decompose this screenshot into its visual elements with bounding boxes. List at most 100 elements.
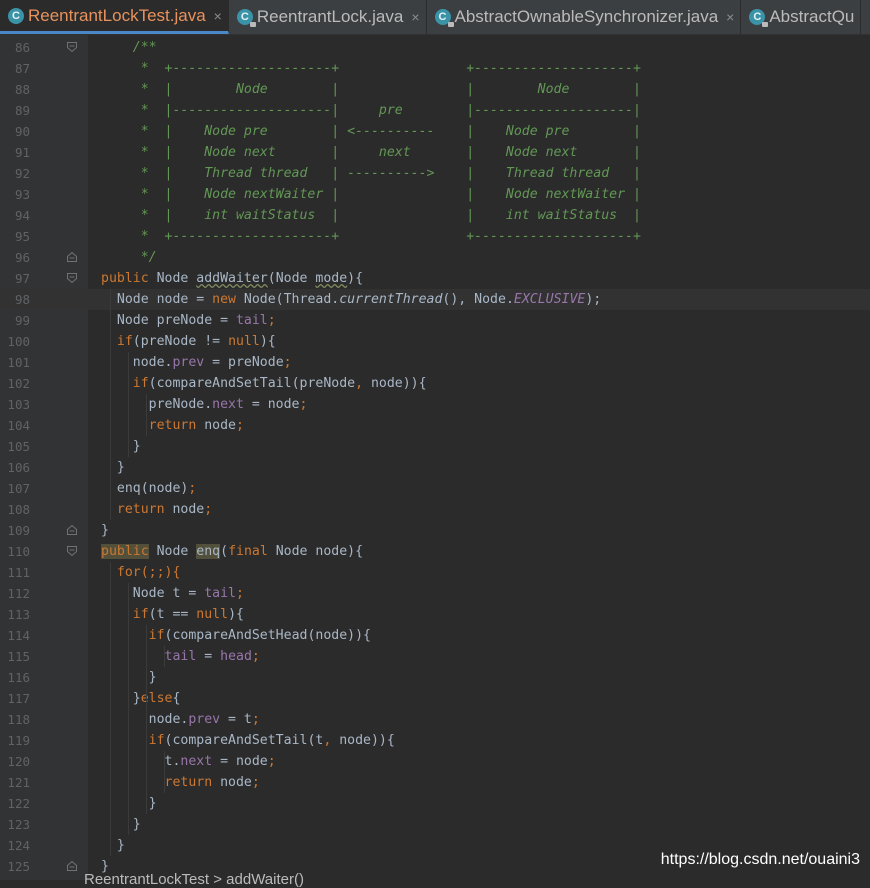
close-tab-icon[interactable]: ×	[214, 8, 222, 24]
line-number: 124	[7, 838, 30, 853]
code-token: Node t =	[101, 586, 205, 601]
line-number: 92	[14, 166, 30, 181]
code-line[interactable]: 95 * +--------------------+ +-----------…	[0, 226, 870, 247]
code-token: =	[196, 649, 221, 664]
code-line[interactable]: 117 }else{	[0, 688, 870, 709]
code-line[interactable]: 115 tail = head;	[0, 646, 870, 667]
tab-abstractqu[interactable]: C AbstractQu	[741, 0, 862, 34]
code-line[interactable]: 122 }	[0, 793, 870, 814]
tab-abstractownablesynchronizer-java[interactable]: C AbstractOwnableSynchronizer.java ×	[427, 0, 742, 34]
close-tab-icon[interactable]: ×	[726, 9, 734, 25]
code-token: tail	[235, 313, 268, 328]
code-text: preNode.next = node;	[101, 394, 308, 415]
code-text: if(t == null){	[101, 604, 244, 625]
code-token: * | Node next | next | Node next |	[101, 145, 641, 160]
code-line[interactable]: 120 t.next = node;	[0, 751, 870, 772]
code-token: tail	[164, 649, 197, 664]
fold-end-icon[interactable]	[67, 252, 77, 262]
code-line[interactable]: 111 for(;;){	[0, 562, 870, 583]
code-line[interactable]: 108 return node;	[0, 499, 870, 520]
code-text: * | Thread thread | ----------> | Thread…	[101, 163, 641, 184]
code-line[interactable]: 94 * | int waitStatus | | int waitStatus…	[0, 205, 870, 226]
code-line[interactable]: 88 * | Node | | Node |	[0, 79, 870, 100]
code-token: Node node){	[267, 544, 364, 559]
code-token: new	[212, 292, 236, 307]
code-line[interactable]: 101 node.prev = preNode;	[0, 352, 870, 373]
line-number: 98	[14, 292, 30, 307]
code-token: node.	[101, 355, 173, 370]
code-line[interactable]: 105 }	[0, 436, 870, 457]
code-line[interactable]: 96 */	[0, 247, 870, 268]
line-number: 100	[7, 334, 30, 349]
line-number: 121	[7, 775, 30, 790]
code-line[interactable]: 116 }	[0, 667, 870, 688]
code-text: }	[101, 520, 109, 541]
indent-guide	[164, 751, 165, 793]
tab-reentrantlocktest-java[interactable]: C ReentrantLockTest.java ×	[0, 0, 229, 34]
code-token: enq(node)	[101, 481, 189, 496]
code-token: ;	[188, 481, 197, 496]
code-line[interactable]: 99 Node preNode = tail;	[0, 310, 870, 331]
fold-end-icon[interactable]	[67, 525, 77, 535]
code-line[interactable]: 106 }	[0, 457, 870, 478]
code-line[interactable]: 107 enq(node);	[0, 478, 870, 499]
code-line[interactable]: 93 * | Node nextWaiter | | Node nextWait…	[0, 184, 870, 205]
code-line[interactable]: 119 if(compareAndSetTail(t, node)){	[0, 730, 870, 751]
code-token: );	[585, 292, 602, 307]
editor-tab-bar: C ReentrantLockTest.java × C ReentrantLock.j…	[0, 0, 870, 35]
code-line[interactable]: 112 Node t = tail;	[0, 583, 870, 604]
code-line[interactable]: 110 public Node enq(final Node node){	[0, 541, 870, 562]
code-text: * +--------------------+ +--------------…	[101, 58, 641, 79]
line-number: 119	[7, 733, 30, 748]
code-line[interactable]: 100 if(preNode != null){	[0, 331, 870, 352]
code-line[interactable]: 102 if(compareAndSetTail(preNode, node))…	[0, 373, 870, 394]
code-token: ;	[283, 355, 292, 370]
code-line[interactable]: 123 }	[0, 814, 870, 835]
code-editor[interactable]: 86 /** 87 * +--------------------+ +-----…	[0, 37, 870, 877]
close-tab-icon[interactable]: ×	[411, 9, 419, 25]
line-number: 86	[14, 40, 30, 55]
code-token: public	[101, 544, 149, 559]
code-line[interactable]: 114 if(compareAndSetHead(node)){	[0, 625, 870, 646]
code-line[interactable]: 87 * +--------------------+ +-----------…	[0, 58, 870, 79]
code-line[interactable]: 98 Node node = new Node(Thread.currentTh…	[0, 289, 870, 310]
fold-collapse-icon[interactable]	[67, 546, 77, 556]
line-number: 117	[7, 691, 30, 706]
code-line[interactable]: 121 return node;	[0, 772, 870, 793]
code-line[interactable]: 113 if(t == null){	[0, 604, 870, 625]
tab-reentrantlock-java[interactable]: C ReentrantLock.java ×	[229, 0, 427, 34]
code-line[interactable]: 97 public Node addWaiter(Node mode){	[0, 268, 870, 289]
code-text: if(compareAndSetHead(node)){	[101, 625, 371, 646]
code-token: * | Node pre | <---------- | Node pre |	[101, 124, 641, 139]
fold-end-icon[interactable]	[67, 861, 77, 871]
code-line[interactable]: 89 * |--------------------| pre |-------…	[0, 100, 870, 121]
class-icon: C	[8, 7, 24, 24]
code-text: * | Node pre | <---------- | Node pre |	[101, 121, 641, 142]
code-text: * | Node | | Node |	[101, 79, 641, 100]
code-token: ;	[235, 418, 244, 433]
line-number: 106	[7, 460, 30, 475]
code-line[interactable]: 118 node.prev = t;	[0, 709, 870, 730]
code-line[interactable]: 86 /**	[0, 37, 870, 58]
code-token: currentThread	[339, 292, 443, 307]
code-token: (	[220, 544, 229, 559]
code-line[interactable]: 91 * | Node next | next | Node next |	[0, 142, 870, 163]
code-token: if	[148, 628, 165, 643]
code-token: if	[132, 376, 149, 391]
code-line[interactable]: 109}	[0, 520, 870, 541]
code-line[interactable]: 104 return node;	[0, 415, 870, 436]
line-number: 90	[14, 124, 30, 139]
fold-collapse-icon[interactable]	[67, 273, 77, 283]
line-number: 104	[7, 418, 30, 433]
fold-collapse-icon[interactable]	[67, 42, 77, 52]
code-line[interactable]: 103 preNode.next = node;	[0, 394, 870, 415]
code-line[interactable]: 92 * | Thread thread | ----------> | Thr…	[0, 163, 870, 184]
line-number: 87	[14, 61, 30, 76]
line-number: 120	[7, 754, 30, 769]
code-token: ;	[204, 502, 213, 517]
code-line[interactable]: 90 * | Node pre | <---------- | Node pre…	[0, 121, 870, 142]
code-token: null	[196, 607, 229, 622]
line-number: 113	[7, 607, 30, 622]
